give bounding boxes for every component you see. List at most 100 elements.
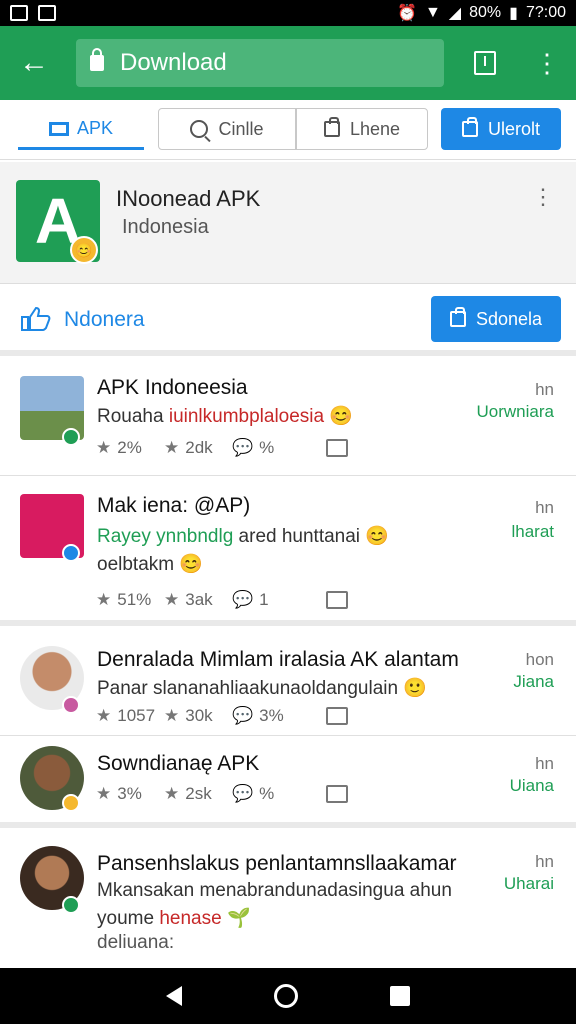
stat-likes[interactable]: ★ 2sk [164,784,232,804]
alarm-icon: ⏰ [397,5,417,22]
stat-value: 30k [185,706,213,725]
emoji-icon: 😊 [329,406,354,427]
stat-value: 2dk [185,438,213,457]
nav-back-icon[interactable] [166,986,182,1006]
post-location: lharat [511,522,554,541]
battery-level: 80% [469,4,502,21]
tabs-icon[interactable] [474,51,496,75]
stat-likes[interactable]: ★ 3ak [164,590,232,610]
post-body-text: Panar slananahliaakunaoldangulain [97,678,399,699]
post-body-line2: oelbtakm 😊 [97,552,203,576]
image-notification-icon [10,5,28,21]
post-body-line2: youme henase 🌱 [97,906,251,930]
bag-icon [449,307,466,327]
bag-icon [323,117,340,137]
list-item[interactable]: Pansenhslakus penlantamnsllaakamar Mkans… [0,828,576,978]
follow-button-label: Sdonela [475,308,543,329]
stat-likes[interactable]: ★ 2dk [164,438,232,458]
comment-icon: 💬 [232,438,254,457]
follow-label: Ndonera [64,308,145,331]
stat-rating[interactable]: ★ 1057 [96,706,164,726]
emoji-icon: 🌱 [226,908,251,929]
post-time: hn [535,852,554,871]
stat-value: 1057 [117,706,156,725]
follow-button[interactable]: Sdonela [431,296,561,342]
share-icon[interactable] [326,439,348,457]
feed: APK Indoneesia Rouaha iuinlkumbplaloesia… [0,362,576,978]
app-bar: ← Download ⋮ [0,26,576,100]
share-icon[interactable] [326,591,348,609]
post-body-green: Rayey ynnbndlg [97,526,234,547]
share-icon[interactable] [326,707,348,725]
verified-badge-icon [62,896,80,914]
emoji-icon: 😊 [179,554,204,575]
post-body: Panar slananahliaakunaoldangulain 🙂 [97,676,427,700]
stat-value: 3% [117,784,142,803]
overflow-menu-icon[interactable]: ⋮ [534,50,560,76]
star-icon: ★ [96,438,112,457]
system-navigation-bar [0,968,576,1024]
stat-rating[interactable]: ★ 3% [96,784,164,804]
follow-row: Ndonera Sdonela [0,284,576,356]
post-location: Jiana [513,672,554,691]
search-button[interactable]: Cinlle [158,108,296,150]
stat-comments[interactable]: 💬 1 [232,590,300,610]
stat-likes[interactable]: ★ 30k [164,706,232,726]
upload-button[interactable]: Ulerolt [441,108,561,150]
nav-recents-icon[interactable] [390,986,410,1006]
emoji-icon: 🙂 [403,678,428,699]
post-location: Uharai [503,874,554,893]
list-item[interactable]: Mak iena: @AP) Rayey ynnbndlg ared huntt… [0,476,576,626]
verified-badge-icon [62,428,80,446]
tab-apk[interactable]: APK [18,110,144,150]
stat-value: 1 [259,590,269,609]
battery-icon: ▮ [509,5,518,22]
star-icon: ★ [96,590,112,609]
list-item[interactable]: Denralada Mimlam iralasia AK alantam Pan… [0,626,576,736]
post-stats: ★ 3% ★ 2sk 💬% [96,784,348,804]
stat-rating[interactable]: ★ 2% [96,438,164,458]
post-title: Denralada Mimlam iralasia AK alantam [97,648,459,671]
stat-comments[interactable]: 💬 3% [232,706,300,726]
post-body-highlight: iuinlkumbplaloesia [168,406,325,427]
post-stats: ★ 2% ★ 2dk 💬% [96,438,348,458]
list-item[interactable]: Sowndianaę APK hn Uiana ★ 3% ★ 2sk 💬% [0,736,576,828]
list-item[interactable]: APK Indoneesia Rouaha iuinlkumbplaloesia… [0,362,576,476]
post-body-line1: Mkansakan menabrandunadasingua ahun [97,880,452,901]
post-body-highlight: henase [159,908,222,929]
post-body: Rouaha iuinlkumbplaloesia 😊 [97,404,353,428]
comment-icon: 💬 [232,590,254,609]
signal-icon: ◢ [448,5,462,22]
address-bar[interactable]: Download [76,39,444,87]
upload-label: Ulerolt [487,118,540,139]
nav-home-icon[interactable] [274,984,298,1008]
app-subtitle: Indonesia [122,216,209,238]
verified-badge-icon [62,544,80,562]
stat-value: 2% [117,438,142,457]
card-menu-icon[interactable]: ⋮ [532,186,554,208]
stat-comments[interactable]: 💬% [232,438,300,458]
post-location: Uiana [509,776,554,795]
post-title: Mak iena: @AP) [97,494,251,517]
post-time: hn [535,754,554,773]
clock: 7?:00 [525,4,566,21]
app-card[interactable]: A 😊 INoonead APK Indonesia ⋮ [0,162,576,284]
star-icon: ★ [164,784,180,803]
star-icon: ★ [164,438,180,457]
emoji-badge-icon: 😊 [70,236,98,264]
apk-icon [48,121,69,136]
stat-value: 2sk [185,784,212,803]
stat-rating[interactable]: ★ 51% [96,590,164,610]
stat-value: % [259,438,275,457]
thumbs-up-icon[interactable] [20,306,52,332]
tab-apk-label: APK [76,118,114,138]
back-arrow-icon[interactable]: ← [16,45,52,81]
post-stats: ★ 1057 ★ 30k 💬 3% [96,706,348,726]
gallery-notification-icon [38,5,56,21]
share-icon[interactable] [326,785,348,803]
comment-icon: 💬 [232,706,254,725]
store-button[interactable]: Lhene [296,108,428,150]
star-icon: ★ [96,706,112,725]
post-body-line1: Rayey ynnbndlg ared hunttanai 😊 [97,524,389,548]
stat-comments[interactable]: 💬% [232,784,300,804]
